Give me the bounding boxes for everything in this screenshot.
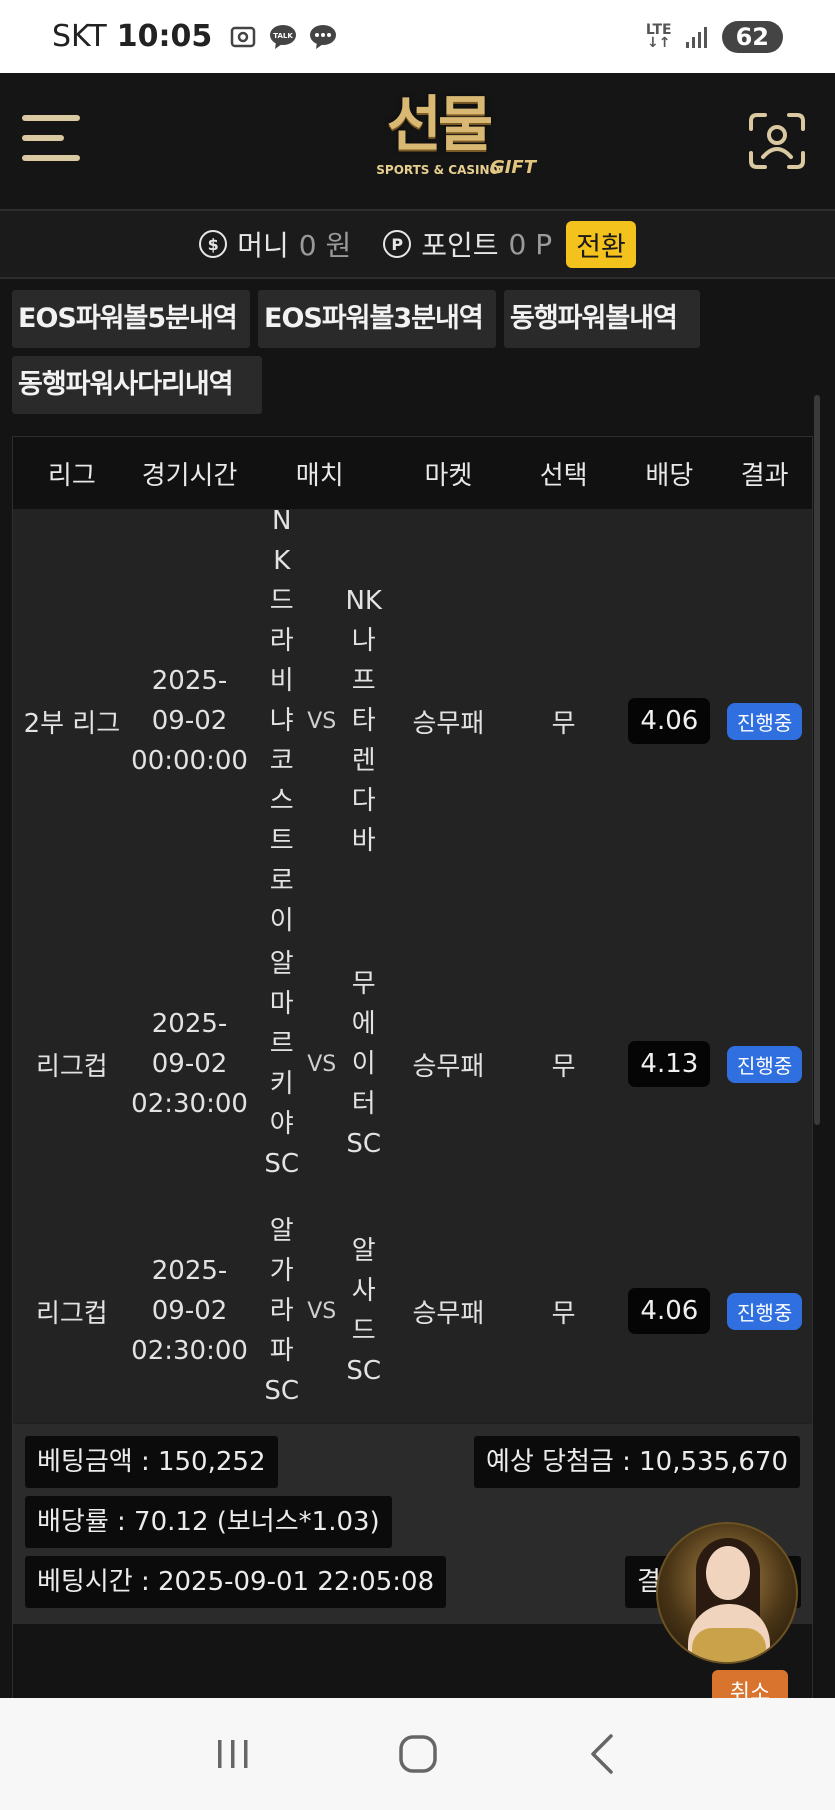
recent-apps-icon[interactable] bbox=[203, 1724, 263, 1784]
convert-button[interactable]: 전환 bbox=[566, 220, 636, 268]
header-pick: 선택 bbox=[539, 460, 588, 491]
vs-label: VS bbox=[307, 708, 337, 734]
face-scan-icon[interactable] bbox=[747, 111, 807, 171]
row-match: 알마르키야SC VS 무에이터SC bbox=[248, 929, 391, 1199]
tab-donghaeng-powerball[interactable]: 동행파워볼내역 bbox=[504, 290, 700, 348]
row-odds: 4.06 bbox=[621, 513, 717, 929]
row-market: 승무패 bbox=[412, 708, 485, 739]
money-label: 머니 bbox=[237, 229, 289, 262]
wallet-bar: $ 머니 0 원 P 포인트 0 P 전환 bbox=[0, 211, 835, 279]
row-odds: 4.06 bbox=[621, 1199, 717, 1423]
row-result: 진행중 bbox=[717, 513, 812, 929]
header-time: 경기시간 bbox=[141, 460, 238, 491]
logo-text: 선물 bbox=[386, 90, 493, 160]
vs-label: VS bbox=[307, 1298, 337, 1324]
signal-icon bbox=[685, 26, 707, 48]
vs-label: VS bbox=[307, 1051, 337, 1077]
site-logo[interactable]: 선물 GIFT SPORTS & CASINO bbox=[338, 93, 538, 189]
notification-icons: TALK bbox=[228, 22, 338, 52]
home-team: 알가라파SC bbox=[264, 1216, 300, 1406]
header-odds: 배당 bbox=[645, 460, 694, 491]
status-badge: 진행중 bbox=[727, 1045, 803, 1083]
tab-donghaeng-ladder[interactable]: 동행파워사다리내역 bbox=[12, 356, 262, 414]
row-match: 알가라파SC VS 알사드SC bbox=[248, 1199, 391, 1423]
point-icon: P bbox=[383, 230, 412, 258]
header-match: 매치 bbox=[295, 460, 344, 491]
hamburger-menu-icon[interactable] bbox=[22, 115, 82, 167]
odds-rate: 배당률 : 70.12 (보너스*1.03) bbox=[25, 1496, 392, 1548]
away-team: 알사드SC bbox=[346, 1236, 382, 1386]
kakaotalk-icon: TALK bbox=[270, 24, 297, 49]
row-league: 리그컵 bbox=[35, 1298, 108, 1329]
bet-time: 베팅시간 : 2025-09-01 22:05:08 bbox=[25, 1556, 447, 1608]
row-market: 승무패 bbox=[412, 1051, 485, 1082]
row-odds: 4.13 bbox=[621, 929, 717, 1199]
bet-amount: 베팅금액 : 150,252 bbox=[25, 1436, 278, 1488]
back-icon[interactable] bbox=[573, 1724, 633, 1784]
app-header: 선물 GIFT SPORTS & CASINO bbox=[0, 73, 835, 211]
row-pick: 무 bbox=[551, 708, 576, 739]
expected-win: 예상 당첨금 : 10,535,670 bbox=[473, 1436, 800, 1488]
home-icon[interactable] bbox=[388, 1724, 448, 1784]
system-nav-bar bbox=[0, 1698, 835, 1810]
status-bar: SKT 10:05 TALK LTE ↓↑ 62 bbox=[0, 0, 835, 73]
row-result: 진행중 bbox=[717, 929, 812, 1199]
row-league: 리그컵 bbox=[35, 1051, 108, 1082]
table-row: 리그컵 2025-09-02 02:30:00 알가라파SC VS 알사드SC … bbox=[13, 1199, 812, 1423]
table-row: 리그컵 2025-09-02 02:30:00 알마르키야SC VS 무에이터S… bbox=[13, 929, 812, 1199]
row-pick: 무 bbox=[551, 1051, 576, 1082]
status-badge: 진행중 bbox=[727, 1292, 803, 1330]
away-team: NK나프타렌다바 bbox=[345, 586, 382, 856]
row-match: NK드라비냐코스트로이 VS NK나프타렌다바 bbox=[248, 506, 391, 936]
table-row: 2부 리그 2025-09-02 00:00:00 NK드라비냐코스트로이 VS… bbox=[13, 506, 812, 936]
row-league: 2부 리그 bbox=[23, 708, 121, 739]
home-team: NK드라비냐코스트로이 bbox=[269, 506, 294, 936]
row-time: 2025-09-02 00:00:00 bbox=[131, 666, 248, 776]
point-label: 포인트 bbox=[421, 229, 499, 262]
home-team: 알마르키야SC bbox=[264, 949, 300, 1179]
odds-value: 4.13 bbox=[628, 1041, 711, 1087]
row-time: 2025-09-02 02:30:00 bbox=[131, 1256, 248, 1366]
clock: 10:05 bbox=[116, 19, 213, 54]
table-header: 리그 경기시간 매치 마켓 선택 배당 결과 bbox=[13, 437, 812, 509]
system-icons: LTE ↓↑ 62 bbox=[645, 20, 783, 53]
carrier-label: SKT bbox=[52, 19, 107, 54]
money-icon: $ bbox=[199, 230, 228, 258]
scrollbar[interactable] bbox=[814, 395, 820, 1125]
tab-eos-powerball-3min[interactable]: EOS파워볼3분내역 bbox=[258, 290, 496, 348]
battery-indicator: 62 bbox=[721, 20, 783, 53]
network-label: LTE bbox=[645, 21, 672, 38]
row-pick: 무 bbox=[551, 1298, 576, 1329]
lte-icon: LTE ↓↑ bbox=[645, 21, 672, 51]
odds-value: 4.06 bbox=[628, 1288, 711, 1334]
money-value: 0 원 bbox=[298, 229, 352, 262]
away-team: 무에이터SC bbox=[346, 969, 382, 1159]
row-result: 진행중 bbox=[717, 1199, 812, 1423]
header-market: 마켓 bbox=[424, 460, 473, 491]
header-league: 리그 bbox=[47, 460, 96, 491]
status-badge: 진행중 bbox=[727, 702, 803, 740]
row-market: 승무패 bbox=[412, 1298, 485, 1329]
odds-value: 4.06 bbox=[628, 698, 711, 744]
point-value: 0 P bbox=[508, 227, 553, 261]
screen: SKT 10:05 TALK LTE ↓↑ 62 선물 GIFT SPORTS … bbox=[0, 0, 835, 1810]
screenshot-icon bbox=[230, 26, 256, 47]
row-time: 2025-09-02 02:30:00 bbox=[131, 1009, 248, 1119]
chat-avatar-icon[interactable] bbox=[656, 1522, 798, 1664]
logo-gift: GIFT bbox=[489, 157, 536, 178]
message-icon bbox=[310, 24, 337, 49]
bet-history-panel: 리그 경기시간 매치 마켓 선택 배당 결과 2부 리그 2025-09-02 … bbox=[12, 436, 813, 1698]
talk-label: TALK bbox=[273, 32, 293, 40]
header-result: 결과 bbox=[740, 460, 789, 491]
tab-eos-powerball-5min[interactable]: EOS파워볼5분내역 bbox=[12, 290, 250, 348]
